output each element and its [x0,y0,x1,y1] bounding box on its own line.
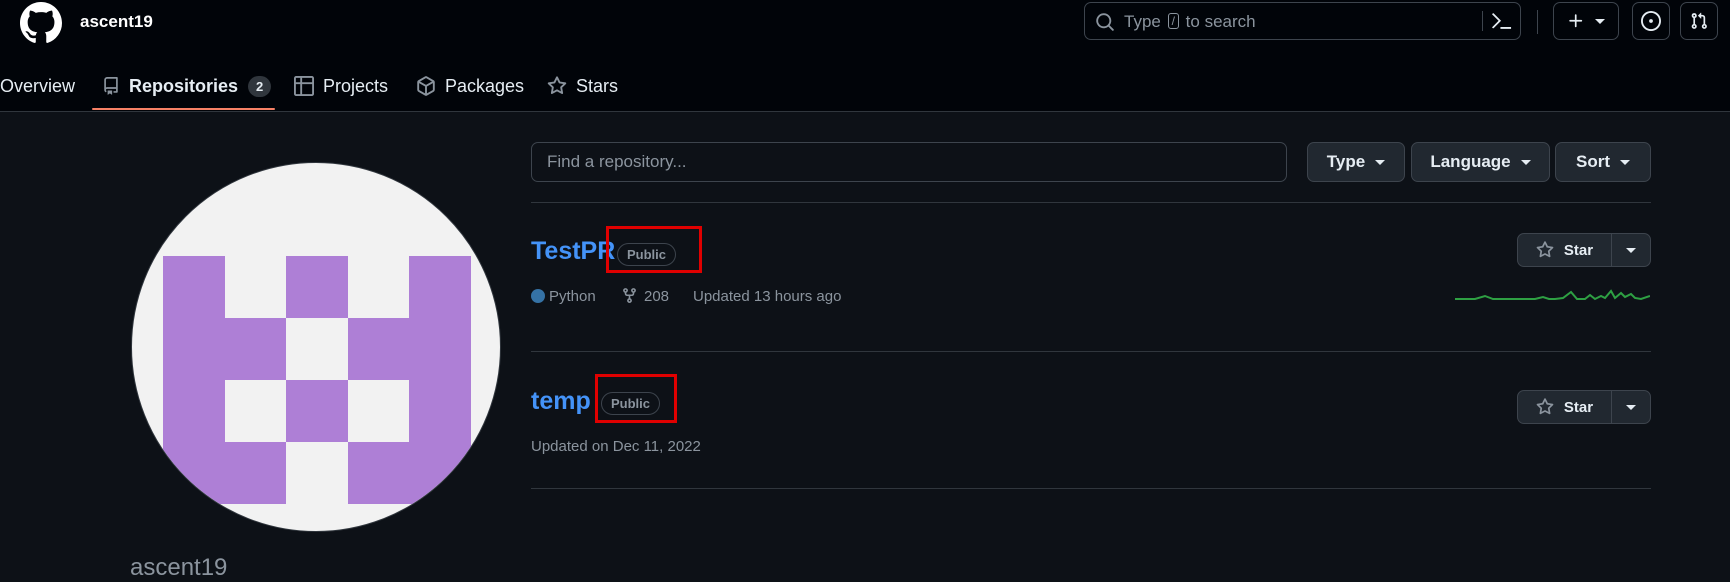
sort-filter-button[interactable]: Sort [1555,142,1651,182]
star-icon [1536,398,1554,415]
issues-button[interactable] [1632,2,1670,40]
identicon-block [348,442,471,504]
tab-packages-label: Packages [445,75,525,96]
search-box[interactable]: Type / to search [1084,2,1521,40]
find-repository-input[interactable] [531,142,1287,182]
chevron-down-icon [1620,159,1630,165]
identicon-block [409,256,471,318]
sort-filter-label: Sort [1576,152,1610,171]
activity-sparkline [1455,289,1650,301]
tab-repositories[interactable]: Repositories 2 [102,62,272,110]
tab-repositories-label: Repositories [129,75,239,96]
pull-requests-icon [1691,12,1707,29]
type-filter-button[interactable]: Type [1307,142,1405,182]
star-icon [1536,241,1554,258]
star-button[interactable]: Star [1517,233,1651,267]
repo-count-badge: 2 [248,75,272,97]
identicon-block [163,256,225,318]
pull-requests-button[interactable] [1680,2,1718,40]
highlight-box [595,374,677,423]
chevron-down-icon [1520,159,1531,165]
identicon-block [286,380,348,442]
active-tab-indicator [92,108,275,110]
star-button[interactable]: Star [1517,390,1651,424]
language-filter-button[interactable]: Language [1411,142,1550,182]
star-button-main[interactable]: Star [1518,391,1612,423]
identicon-block [163,318,286,380]
identicon-block [286,256,348,318]
tab-stars[interactable]: Stars [547,62,618,110]
chevron-down-icon [1375,159,1386,165]
github-logo-icon[interactable] [20,2,62,44]
fork-icon[interactable] [621,287,638,304]
repo-language: Python [549,288,596,305]
table-icon [294,76,314,96]
profile-username: ascent19 [130,554,228,581]
tab-projects-label: Projects [323,75,389,96]
tab-overview[interactable]: Overview [0,62,75,110]
chevron-down-icon [1626,247,1636,253]
chevron-down-icon [1595,18,1605,24]
top-header: ascent19 Type / to search Overview Repos… [0,0,1730,112]
language-filter-label: Language [1430,152,1511,171]
divider [531,488,1651,489]
tab-projects[interactable]: Projects [294,62,388,110]
plus-icon [1569,14,1583,28]
star-button-main[interactable]: Star [1518,234,1612,266]
language-color-dot [531,289,545,303]
highlight-box [606,226,702,273]
repo-link-temp[interactable]: temp [531,387,591,416]
star-label: Star [1563,241,1594,259]
repo-updated: Updated 13 hours ago [693,288,842,305]
package-icon [417,76,435,96]
identicon-block [409,380,471,442]
repo-icon [104,77,118,95]
header-username[interactable]: ascent19 [80,12,153,32]
search-divider [1482,11,1483,31]
identicon-block [348,318,471,380]
tab-overview-label: Overview [0,75,76,96]
star-icon [547,76,567,95]
star-list-dropdown[interactable] [1611,234,1651,266]
repo-link-testpr[interactable]: TestPR [531,237,615,266]
identicon-block [163,380,225,442]
avatar[interactable] [131,162,501,532]
issues-icon [1641,11,1661,31]
divider [531,351,1651,352]
search-placeholder: Type / to search [1124,12,1256,32]
create-new-button[interactable] [1553,2,1619,40]
search-suffix: to search [1185,12,1256,31]
star-label: Star [1563,398,1594,416]
tab-packages[interactable]: Packages [416,62,524,110]
chevron-down-icon [1626,404,1636,410]
identicon-block [163,442,286,504]
terminal-icon[interactable] [1492,12,1512,32]
search-prefix: Type [1124,12,1161,31]
search-icon [1096,13,1114,31]
repo-updated: Updated on Dec 11, 2022 [531,438,701,455]
type-filter-label: Type [1326,152,1366,171]
tab-stars-label: Stars [576,75,619,96]
divider [531,202,1651,203]
search-shortcut-key: / [1167,13,1179,29]
star-list-dropdown[interactable] [1611,391,1651,423]
fork-count[interactable]: 208 [644,288,669,305]
header-divider [1537,10,1538,34]
